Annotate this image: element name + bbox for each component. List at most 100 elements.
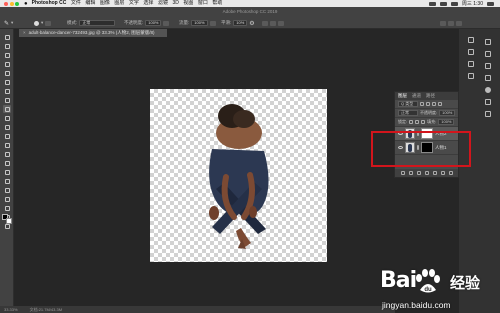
history-panel-icon[interactable]: [468, 49, 474, 55]
menu-window[interactable]: 窗口: [198, 0, 208, 7]
marquee-tool-icon[interactable]: [3, 42, 11, 50]
close-window-button[interactable]: [4, 1, 8, 6]
options-bar: Adobe Photoshop CC 2019 ✎ ▾ ▾ 模式: 正常 不透明…: [0, 7, 500, 29]
lasso-tool-icon[interactable]: [3, 51, 11, 59]
gear-icon[interactable]: ⚙: [249, 20, 254, 27]
maximize-window-button[interactable]: [15, 1, 19, 6]
learn-panel-icon[interactable]: [485, 63, 491, 69]
menu-view[interactable]: 视图: [183, 0, 193, 7]
angle-button[interactable]: [262, 20, 268, 26]
new-layer-icon[interactable]: [440, 171, 445, 175]
layers-panel-icon[interactable]: [485, 87, 491, 93]
pen-tool-icon[interactable]: [3, 168, 11, 176]
move-tool-icon[interactable]: [3, 33, 11, 41]
layer-style-icon[interactable]: [408, 171, 413, 175]
menu-select[interactable]: 选择: [143, 0, 153, 7]
lasso-tool-glyph: [4, 52, 10, 58]
tab-channels[interactable]: 通道: [412, 93, 421, 99]
trash-icon[interactable]: [448, 171, 453, 175]
path-select-tool-icon[interactable]: [3, 186, 11, 194]
flow-field[interactable]: 100%: [191, 20, 208, 26]
menu-type[interactable]: 文字: [129, 0, 139, 7]
smoothing-field[interactable]: 10%: [233, 20, 248, 26]
menu-3d[interactable]: 3D: [172, 0, 178, 7]
wifi-icon[interactable]: [439, 1, 447, 6]
lock-all-icon[interactable]: [421, 120, 426, 124]
add-mask-icon[interactable]: [416, 171, 421, 175]
panel-grip-icon[interactable]: [468, 37, 474, 43]
paths-panel-icon[interactable]: [485, 111, 491, 117]
mode-select[interactable]: 正常: [79, 20, 116, 26]
blend-mode-select[interactable]: 正常: [398, 110, 418, 116]
adjustments-panel-icon[interactable]: [468, 73, 474, 79]
filter-pixel-icon[interactable]: [420, 102, 424, 106]
search-icon[interactable]: [440, 20, 446, 26]
mode-control: 模式: 正常: [67, 20, 116, 26]
layer-opacity-field[interactable]: 100%: [439, 110, 456, 116]
filter-shape-icon[interactable]: [438, 102, 442, 106]
menu-filter[interactable]: 滤镜: [158, 0, 168, 7]
pressure-opacity-button[interactable]: [163, 20, 170, 26]
menu-image[interactable]: 图像: [100, 0, 110, 7]
workspace-icon[interactable]: [448, 20, 454, 26]
shape-tool-icon[interactable]: [3, 195, 11, 203]
lock-position-icon[interactable]: [415, 120, 420, 124]
new-group-icon[interactable]: [432, 171, 437, 175]
filter-adjustment-icon[interactable]: [426, 102, 430, 106]
type-tool-icon[interactable]: [3, 177, 11, 185]
symmetry-button[interactable]: [278, 20, 284, 26]
menu-layer[interactable]: 图层: [114, 0, 124, 7]
crop-tool-icon[interactable]: [3, 69, 11, 77]
filter-type-icon[interactable]: [432, 102, 436, 106]
link-layers-icon[interactable]: [400, 171, 405, 175]
document-info[interactable]: 文档:21.7M/43.3M: [30, 307, 62, 312]
libraries-panel-icon[interactable]: [485, 75, 491, 81]
brush-panel-toggle[interactable]: [45, 20, 52, 26]
hand-tool-icon[interactable]: [3, 204, 11, 212]
healing-tool-icon[interactable]: [3, 96, 11, 104]
battery-icon[interactable]: [450, 1, 458, 6]
brush-tool-icon[interactable]: [3, 105, 11, 113]
chevron-down-icon: ▾: [11, 20, 14, 25]
eraser-tool-icon[interactable]: [3, 132, 11, 140]
color-panel-icon[interactable]: [485, 51, 491, 57]
swatches-panel-icon[interactable]: [485, 39, 491, 45]
history-brush-tool-icon[interactable]: [3, 123, 11, 131]
adjustment-layer-icon[interactable]: [424, 171, 429, 175]
background-color-swatch[interactable]: [6, 218, 12, 224]
status-menu-icon[interactable]: [428, 1, 436, 6]
menu-help[interactable]: 帮助: [212, 0, 222, 7]
opacity-field[interactable]: 100%: [145, 20, 162, 26]
tab-paths[interactable]: 路径: [426, 93, 435, 99]
brush-preset-picker[interactable]: ▾: [34, 20, 52, 26]
tab-layers[interactable]: 图层: [398, 93, 407, 99]
minimize-window-button[interactable]: [9, 1, 14, 6]
watermark-url: jingyan.baidu.com: [382, 300, 451, 310]
menu-file[interactable]: 文件: [71, 0, 81, 7]
tool-preset-picker[interactable]: ✎ ▾: [4, 20, 14, 27]
menu-edit[interactable]: 编辑: [85, 0, 95, 7]
apple-icon[interactable]: ●: [24, 1, 28, 7]
blur-tool-icon[interactable]: [3, 150, 11, 158]
zoom-level[interactable]: 33.33%: [4, 307, 18, 312]
share-icon[interactable]: [456, 20, 462, 26]
fill-field[interactable]: 100%: [438, 119, 455, 125]
menu-clock[interactable]: 周三 1:30: [462, 0, 483, 7]
frame-tool-icon[interactable]: [3, 78, 11, 86]
eyedropper-tool-icon[interactable]: [3, 87, 11, 95]
quick-select-tool-icon[interactable]: [3, 60, 11, 68]
close-icon[interactable]: ×: [23, 30, 26, 35]
document-canvas[interactable]: [150, 89, 327, 262]
document-tab[interactable]: × adult-balance-dancer-732493.jpg @ 33.3%…: [19, 29, 167, 37]
lock-pixels-icon[interactable]: [409, 120, 414, 124]
channels-panel-icon[interactable]: [485, 99, 491, 105]
clone-stamp-tool-icon[interactable]: [3, 114, 11, 122]
dodge-tool-icon[interactable]: [3, 159, 11, 167]
gradient-tool-icon[interactable]: [3, 141, 11, 149]
airbrush-button[interactable]: [209, 20, 216, 26]
menu-app-name[interactable]: Photoshop CC: [32, 0, 67, 7]
search-icon[interactable]: [487, 1, 494, 6]
properties-panel-icon[interactable]: [468, 61, 474, 67]
layer-filter-select[interactable]: Q 类型: [398, 101, 418, 107]
pressure-size-button[interactable]: [270, 20, 276, 26]
